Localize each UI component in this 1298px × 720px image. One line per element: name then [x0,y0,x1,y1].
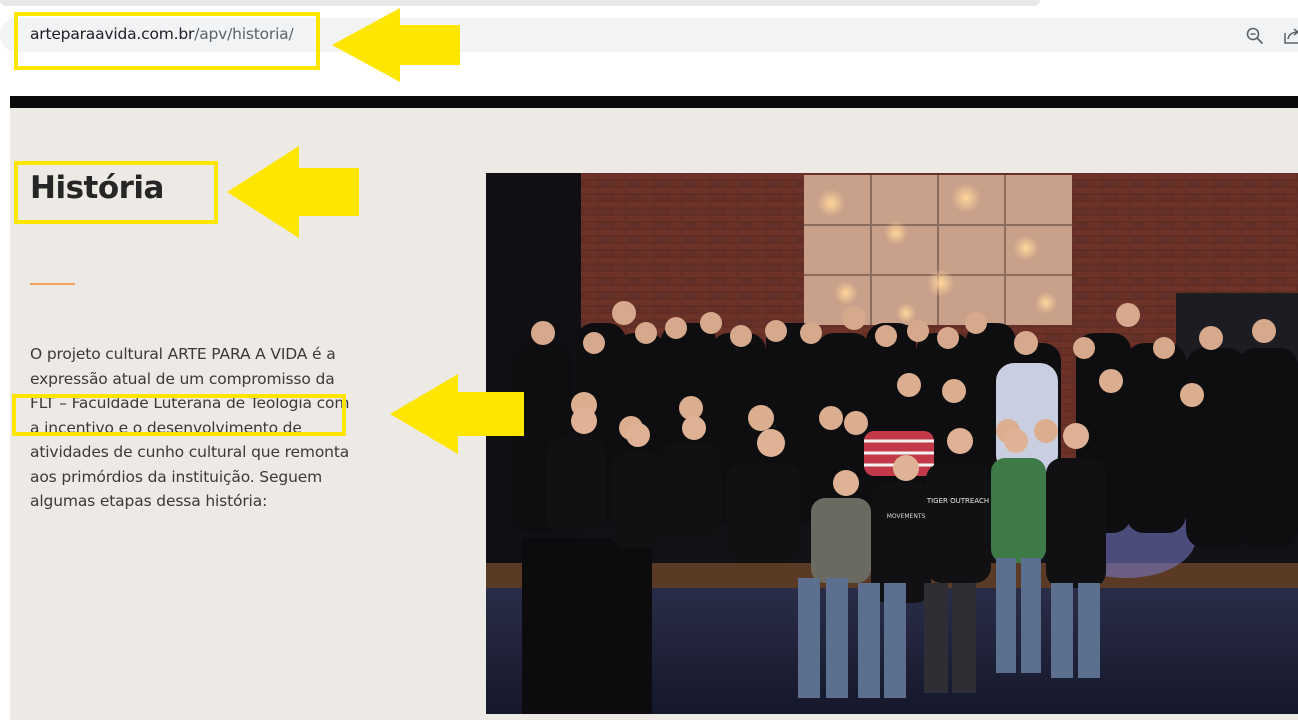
shirt-text-movements: MOVEMENTS [887,513,926,520]
group-photo-illustration: TIGER OUTREACH MOVEMENTS [486,173,1298,714]
left-arrow-icon [227,146,359,238]
title-underline-accent [30,283,75,285]
browser-tab-strip-edge [0,0,1040,6]
group-photo: TIGER OUTREACH MOVEMENTS [486,173,1298,714]
zoom-out-icon[interactable] [1245,26,1265,46]
paragraph-line: algumas etapas dessa história: [30,492,268,510]
flt-highlight-box [12,394,346,436]
paragraph-line: atividades de cunho cultural que remonta [30,443,350,461]
site-header-bar [10,96,1298,108]
title-highlight-box [14,161,218,224]
share-icon[interactable] [1283,26,1298,46]
paragraph-line: expressão atual de um compromisso da [30,369,335,388]
paragraph-line: O projeto cultural ARTE PARA A VIDA é a [30,345,336,363]
url-highlight-box [14,12,320,70]
left-arrow-icon [332,8,460,82]
paragraph-line: aos primórdios da instituição. Seguem [30,467,323,486]
left-arrow-icon [390,374,524,454]
shirt-text-tiger-outreach: TIGER OUTREACH [926,497,989,505]
